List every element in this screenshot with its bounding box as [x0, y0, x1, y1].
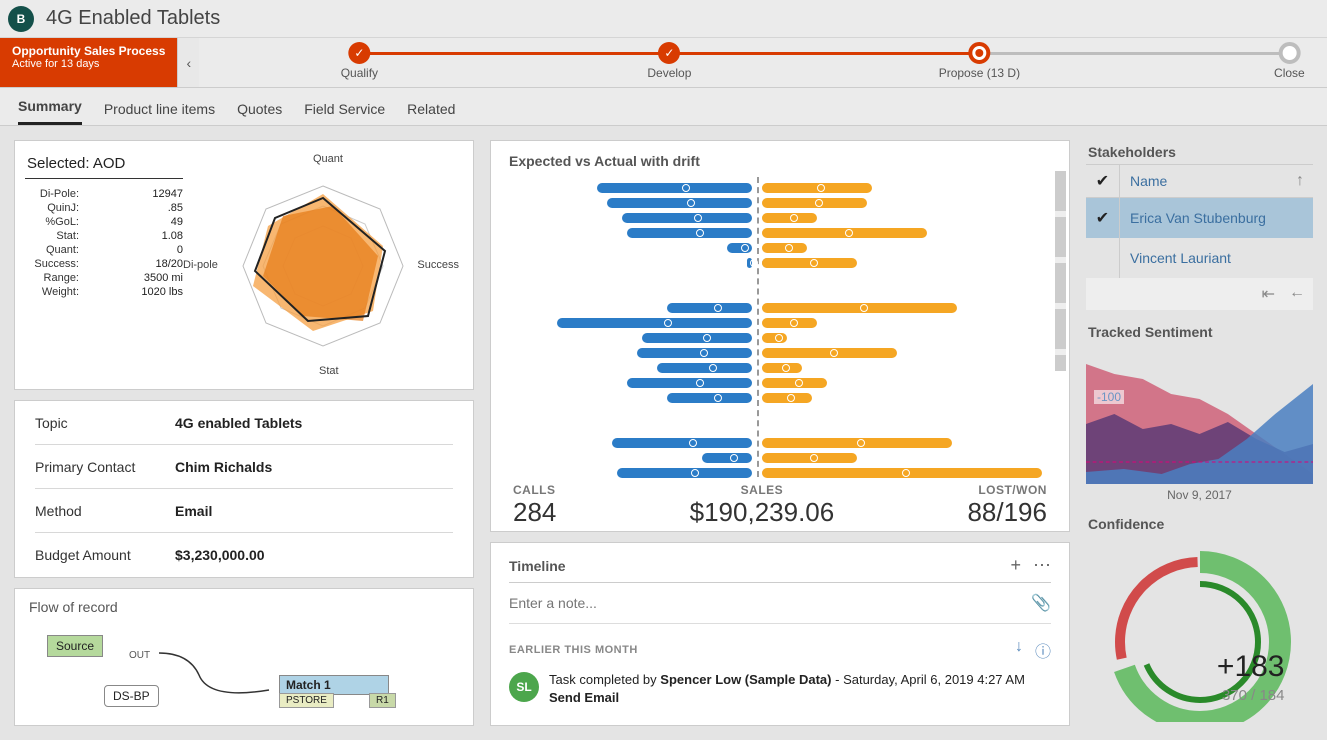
- confidence-donut: +183 370 / 184: [1095, 542, 1305, 722]
- sentiment-date: Nov 9, 2017: [1086, 488, 1313, 502]
- radar-chart: Quant Success Stat Di-pole: [183, 151, 463, 379]
- timeline-item[interactable]: SL Task completed by Spencer Low (Sample…: [509, 672, 1051, 705]
- lost-won-label: LOST/WON: [967, 483, 1047, 497]
- sentiment-chart: -100: [1086, 344, 1313, 484]
- process-stage[interactable]: ✓Qualify: [341, 42, 378, 80]
- timeline-item-sep: -: [832, 672, 844, 687]
- tab-quotes[interactable]: Quotes: [237, 101, 282, 125]
- confidence-title: Confidence: [1086, 512, 1313, 536]
- stakeholder-row[interactable]: ✔Erica Van Stubenburg: [1086, 198, 1313, 238]
- timeline-note-input[interactable]: [509, 595, 1031, 611]
- app-logo-icon: B: [8, 6, 34, 32]
- timeline-item-when: Saturday, April 6, 2019 4:27 AM: [843, 672, 1025, 687]
- process-stage[interactable]: ✓Develop: [647, 42, 691, 80]
- sales-value: $190,239.06: [690, 497, 835, 528]
- radar-axis-success: Success: [417, 259, 459, 271]
- radar-axis-quant: Quant: [313, 153, 343, 165]
- flow-title: Flow of record: [29, 599, 459, 615]
- process-banner[interactable]: Opportunity Sales Process Active for 13 …: [0, 38, 177, 87]
- timeline-more-button[interactable]: ⋯: [1033, 555, 1051, 576]
- tab-product-line-items[interactable]: Product line items: [104, 101, 215, 125]
- eva-chart: [509, 177, 1051, 477]
- sentiment-marker: -100: [1094, 390, 1124, 404]
- confidence-section: Confidence +183 370 / 184: [1086, 512, 1313, 722]
- stake-prev-icon[interactable]: ←: [1289, 284, 1305, 304]
- radar-stat-row: QuinJ:.85: [25, 201, 183, 215]
- flow-of-record-card: Flow of record Source OUT DS-BP Match 1 …: [14, 588, 474, 726]
- check-all-icon[interactable]: ✔: [1086, 165, 1120, 197]
- timeline-item-line2: Send Email: [549, 690, 1025, 705]
- flow-source-node[interactable]: Source: [47, 635, 103, 657]
- eva-title: Expected vs Actual with drift: [509, 153, 1051, 169]
- flow-pstore-label: PSTORE: [279, 693, 334, 708]
- radar-stat-row: Stat:1.08: [25, 229, 183, 243]
- detail-row[interactable]: Primary ContactChim Richalds: [35, 445, 453, 489]
- radar-stat-row: Range:3500 mi: [25, 271, 183, 285]
- timeline-sort-icon[interactable]: ↓: [1015, 638, 1023, 662]
- attachment-icon[interactable]: 📎: [1031, 593, 1051, 613]
- detail-row[interactable]: MethodEmail: [35, 489, 453, 533]
- radar-axis-stat: Stat: [319, 365, 339, 377]
- stakeholders-title: Stakeholders: [1086, 140, 1313, 164]
- process-stage[interactable]: Close: [1274, 42, 1305, 80]
- timeline-card: Timeline + ⋯ 📎 EARLIER THIS MONTH ↓ ⓘ SL: [490, 542, 1070, 726]
- timeline-item-actor: Spencer Low (Sample Data): [660, 672, 831, 687]
- detail-row[interactable]: Topic4G enabled Tablets: [35, 401, 453, 445]
- tab-summary[interactable]: Summary: [18, 98, 82, 125]
- timeline-info-icon[interactable]: ⓘ: [1035, 638, 1051, 662]
- flow-r1-label: R1: [369, 693, 396, 708]
- stake-first-icon[interactable]: ⇤: [1262, 284, 1275, 304]
- tab-field-service[interactable]: Field Service: [304, 101, 385, 125]
- avatar: SL: [509, 672, 539, 702]
- process-banner-subtitle: Active for 13 days: [12, 58, 165, 70]
- calls-value: 284: [513, 497, 556, 528]
- radar-card: Selected: AOD Di-Pole:12947QuinJ:.85%GoL…: [14, 140, 474, 390]
- calls-label: CALLS: [513, 483, 556, 497]
- lost-won-value: 88/196: [967, 497, 1047, 528]
- confidence-ratio: 370 / 184: [1222, 687, 1285, 704]
- process-stage[interactable]: Propose (13 D): [939, 42, 1020, 80]
- stakeholder-row[interactable]: Vincent Lauriant: [1086, 238, 1313, 278]
- sentiment-section: Tracked Sentiment -100 Nov 9, 2017: [1086, 320, 1313, 502]
- confidence-delta: +183: [1217, 650, 1285, 684]
- process-collapse-button[interactable]: ‹: [177, 38, 199, 87]
- process-bar: Opportunity Sales Process Active for 13 …: [0, 38, 1327, 88]
- radar-stat-row: Di-Pole:12947: [25, 187, 183, 201]
- process-banner-title: Opportunity Sales Process: [12, 44, 165, 58]
- chart-scrollbar[interactable]: [1055, 171, 1066, 371]
- flow-ds-node[interactable]: DS-BP: [104, 685, 159, 707]
- details-card: Topic4G enabled TabletsPrimary ContactCh…: [14, 400, 474, 578]
- timeline-add-button[interactable]: +: [1010, 555, 1021, 576]
- timeline-item-prefix: Task completed by: [549, 672, 660, 687]
- radar-stat-row: Quant:0: [25, 243, 183, 257]
- sort-icon[interactable]: ↑: [1287, 172, 1313, 190]
- stakeholders-section: Stakeholders ✔ Name ↑ ✔Erica Van Stubenb…: [1086, 140, 1313, 310]
- sentiment-title: Tracked Sentiment: [1086, 320, 1313, 344]
- tab-bar: Summary Product line items Quotes Field Ser…: [0, 88, 1327, 126]
- detail-row[interactable]: Budget Amount$3,230,000.00: [35, 533, 453, 577]
- expected-vs-actual-card: Expected vs Actual with drift CALLS 284 …: [490, 140, 1070, 532]
- sales-label: SALES: [690, 483, 835, 497]
- tab-related[interactable]: Related: [407, 101, 455, 125]
- app-header: B 4G Enabled Tablets: [0, 0, 1327, 38]
- process-track: ✓Qualify ✓Develop Propose (13 D) Close: [199, 38, 1327, 87]
- radar-axis-dipole: Di-pole: [183, 259, 218, 271]
- stakeholders-header: ✔ Name ↑: [1086, 164, 1313, 198]
- radar-stat-row: Success:18/20: [25, 257, 183, 271]
- timeline-section-label: EARLIER THIS MONTH: [509, 644, 638, 656]
- radar-stat-row: %GoL:49: [25, 215, 183, 229]
- radar-selected-label: Selected: AOD: [25, 151, 183, 179]
- stakeholders-name-col[interactable]: Name: [1120, 173, 1287, 189]
- timeline-title: Timeline: [509, 558, 566, 574]
- page-title: 4G Enabled Tablets: [46, 7, 220, 30]
- flow-match-node[interactable]: Match 1: [279, 675, 389, 695]
- radar-stat-row: Weight:1020 lbs: [25, 285, 183, 299]
